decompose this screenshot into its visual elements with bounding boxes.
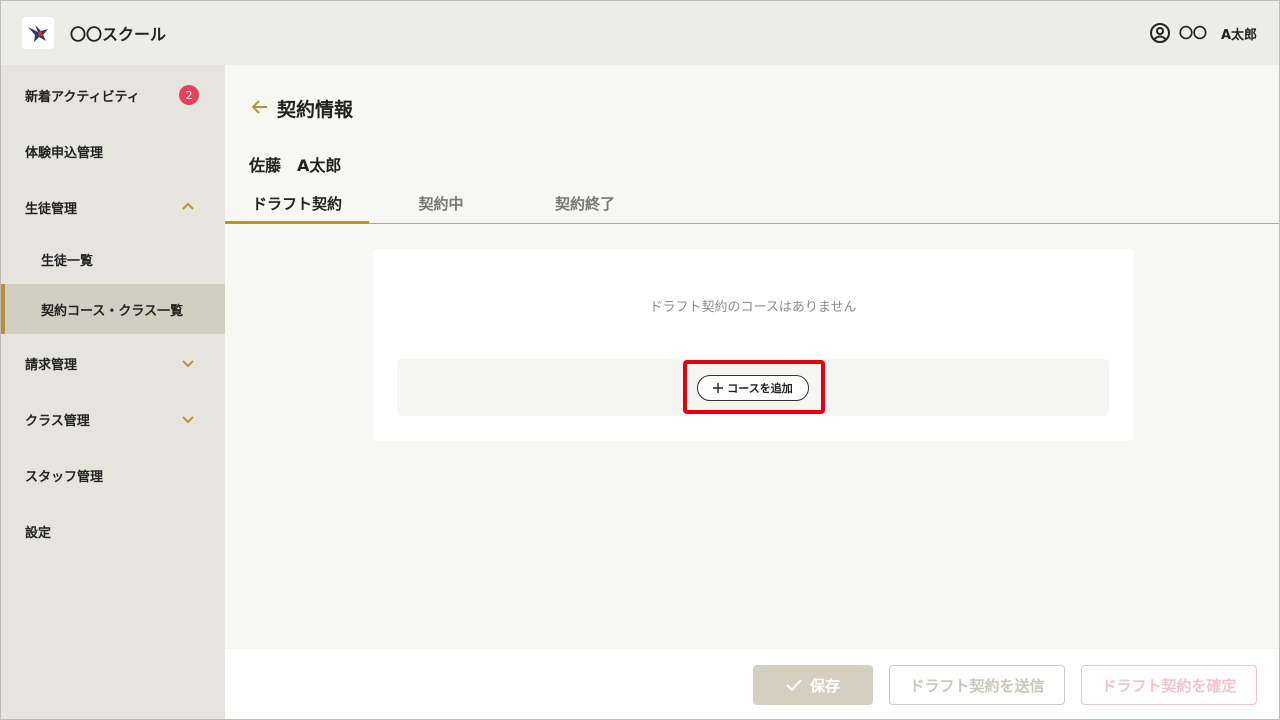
sidebar-item-student-list[interactable]: 生徒一覧: [1, 234, 225, 284]
add-course-button[interactable]: コースを追加: [697, 375, 809, 401]
sidebar-item-staff-management[interactable]: スタッフ管理: [1, 450, 225, 500]
empty-message: ドラフト契約のコースはありません: [649, 300, 857, 315]
sidebar-item-trial-applications[interactable]: 体験申込管理: [1, 126, 225, 176]
chevron-down-icon: [182, 360, 194, 368]
sidebar-item-label: 体験申込管理: [25, 145, 104, 161]
main-content: 契約情報 佐藤 A太郎 ドラフト契約 契約中 契約終了 ドラフト契約のコースはあ…: [225, 65, 1279, 649]
notification-badge: 2: [179, 85, 199, 105]
sidebar-item-class-management[interactable]: クラス管理: [1, 394, 225, 444]
sidebar-item-contract-courses[interactable]: 契約コース・クラス一覧: [1, 284, 225, 334]
sidebar-item-label: 新着アクティビティ: [25, 89, 140, 105]
sidebar-item-settings[interactable]: 設定: [1, 506, 225, 556]
sidebar-item-new-activity[interactable]: 新着アクティビティ 2: [1, 70, 225, 120]
bird-logo-icon: [28, 25, 48, 42]
sidebar-item-label: 請求管理: [25, 357, 78, 373]
chevron-down-icon: [182, 416, 194, 424]
sidebar-item-label: 契約コース・クラス一覧: [41, 303, 184, 319]
top-header: 〇〇スクール 〇〇 A太郎: [1, 1, 1279, 65]
sidebar-item-label: クラス管理: [25, 413, 90, 429]
sidebar-item-label: スタッフ管理: [25, 469, 104, 485]
tab-active-contract[interactable]: 契約中: [369, 193, 513, 223]
sidebar-item-student-management[interactable]: 生徒管理: [1, 182, 225, 232]
user-organization: 〇〇: [1178, 26, 1207, 42]
check-icon: [786, 679, 802, 691]
confirm-draft-button[interactable]: ドラフト契約を確定: [1081, 665, 1257, 705]
action-footer: 保存 ドラフト契約を送信 ドラフト契約を確定: [225, 649, 1279, 719]
sidebar-item-label: 生徒一覧: [41, 253, 94, 269]
back-arrow-icon[interactable]: [251, 98, 269, 116]
user-menu[interactable]: 〇〇 A太郎: [1149, 22, 1257, 44]
tab-draft-contract[interactable]: ドラフト契約: [225, 193, 369, 224]
chevron-up-icon: [182, 202, 194, 210]
user-circle-icon: [1149, 23, 1170, 43]
sidebar-item-label: 設定: [25, 525, 52, 541]
sidebar: 新着アクティビティ 2 体験申込管理 生徒管理 生徒一覧 契約コース・クラス一覧…: [1, 65, 225, 719]
send-draft-button[interactable]: ドラフト契約を送信: [889, 665, 1065, 705]
add-course-area: コースを追加: [397, 359, 1109, 416]
sidebar-item-billing[interactable]: 請求管理: [1, 338, 225, 388]
contract-tabs: ドラフト契約 契約中 契約終了: [225, 193, 1279, 224]
page-title: 契約情報: [277, 99, 354, 121]
add-course-label: コースを追加: [727, 382, 793, 395]
tab-ended-contract[interactable]: 契約終了: [513, 193, 657, 223]
student-name: 佐藤 A太郎: [249, 156, 342, 175]
user-name: A太郎: [1220, 27, 1257, 43]
brand-name: 〇〇スクール: [70, 25, 167, 44]
school-logo[interactable]: [22, 17, 54, 49]
save-label: 保存: [809, 676, 840, 695]
sidebar-item-label: 生徒管理: [25, 201, 78, 217]
app-frame: 〇〇スクール 〇〇 A太郎 新着アクティビティ 2 体験申込管理 生徒管理 生徒…: [0, 0, 1280, 720]
save-button[interactable]: 保存: [753, 665, 873, 705]
draft-contract-card: ドラフト契約のコースはありません コースを追加: [373, 249, 1133, 441]
plus-icon: [713, 383, 724, 393]
